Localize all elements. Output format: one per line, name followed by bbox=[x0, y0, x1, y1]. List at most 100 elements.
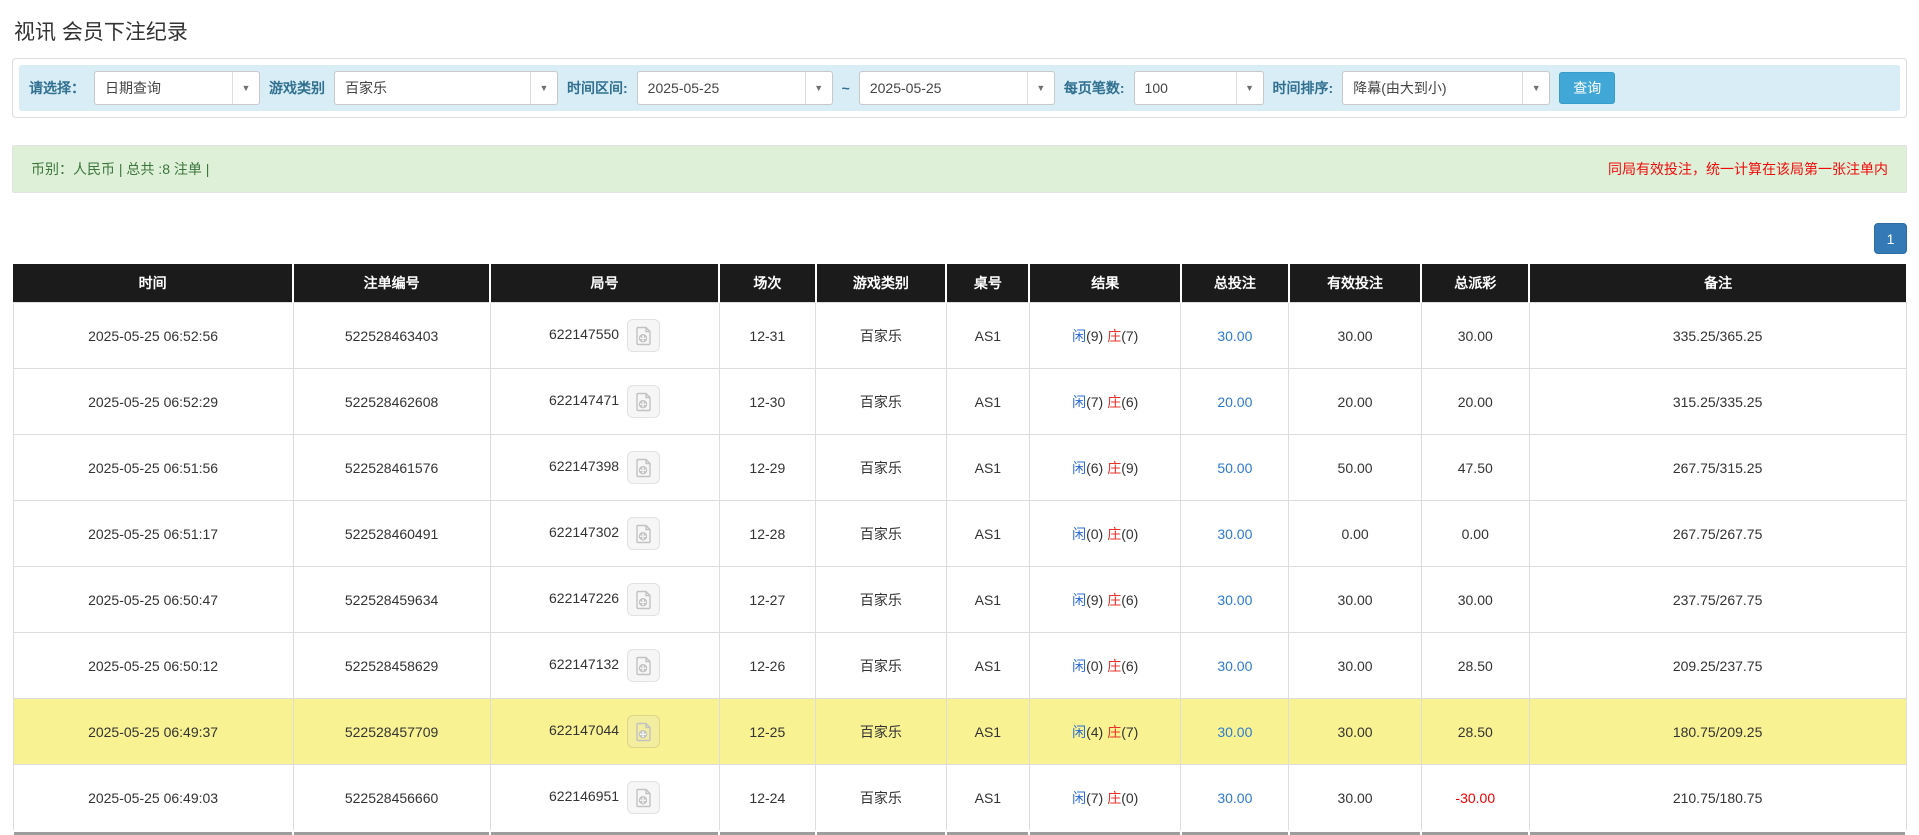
table-row: 2025-05-25 06:51:56 522528461576 6221473… bbox=[13, 435, 1906, 501]
total-bet-link[interactable]: 30.00 bbox=[1217, 328, 1252, 344]
chevron-down-icon: ▼ bbox=[805, 72, 832, 104]
column-header-time: 时间 bbox=[13, 264, 293, 303]
banker-result-score: (0) bbox=[1121, 526, 1138, 542]
column-header-payout: 总派彩 bbox=[1421, 264, 1529, 303]
banker-result-label: 庄 bbox=[1107, 394, 1121, 410]
cell-bet-id: 522528459634 bbox=[293, 567, 490, 633]
player-result-label: 闲 bbox=[1072, 658, 1086, 674]
player-result-score: (0) bbox=[1086, 658, 1103, 674]
date-from-select[interactable]: 2025-05-25 ▼ bbox=[637, 71, 833, 105]
cell-bet-id: 522528462608 bbox=[293, 369, 490, 435]
table-row: 2025-05-25 06:52:56 522528463403 6221475… bbox=[13, 303, 1906, 369]
query-type-value: 日期查询 bbox=[95, 78, 232, 98]
cell-total-bet: 30.00 bbox=[1181, 303, 1289, 369]
page-size-select[interactable]: 100 ▼ bbox=[1134, 71, 1264, 105]
video-replay-button[interactable] bbox=[627, 517, 660, 550]
cell-table-no: AS1 bbox=[946, 633, 1029, 699]
player-result-score: (7) bbox=[1086, 790, 1103, 806]
video-replay-button[interactable] bbox=[627, 451, 660, 484]
total-bet-link[interactable]: 30.00 bbox=[1217, 526, 1252, 542]
page-title: 视讯 会员下注纪录 bbox=[12, 0, 1907, 58]
cell-valid-bet: 0.00 bbox=[1289, 501, 1422, 567]
cell-session: 12-29 bbox=[719, 435, 816, 501]
cell-round-id: 622147471 bbox=[490, 369, 719, 435]
column-header-game-type: 游戏类别 bbox=[816, 264, 947, 303]
video-replay-button[interactable] bbox=[627, 715, 660, 748]
video-replay-button[interactable] bbox=[627, 583, 660, 616]
cell-payout: 20.00 bbox=[1421, 369, 1529, 435]
cell-game-type: 百家乐 bbox=[816, 633, 947, 699]
query-type-label: 请选择： bbox=[29, 78, 85, 98]
table-row: 2025-05-25 06:51:17 522528460491 6221473… bbox=[13, 501, 1906, 567]
time-range-label: 时间区间: bbox=[567, 78, 628, 98]
cell-round-id: 622146951 bbox=[490, 765, 719, 832]
round-id-text: 622147302 bbox=[549, 524, 619, 540]
time-sort-select[interactable]: 降幕(由大到小) ▼ bbox=[1342, 71, 1550, 105]
cell-time: 2025-05-25 06:50:12 bbox=[13, 633, 293, 699]
summary-valid-bet: 220.00 bbox=[1289, 831, 1422, 835]
round-id-text: 622147550 bbox=[549, 326, 619, 342]
total-bet-link[interactable]: 50.00 bbox=[1217, 460, 1252, 476]
video-replay-button[interactable] bbox=[627, 385, 660, 418]
cell-time: 2025-05-25 06:51:56 bbox=[13, 435, 293, 501]
video-replay-button[interactable] bbox=[627, 649, 660, 682]
cell-valid-bet: 30.00 bbox=[1289, 567, 1422, 633]
page-size-label: 每页笔数: bbox=[1064, 78, 1125, 98]
summary-empty-cell bbox=[946, 831, 1029, 835]
cell-table-no: AS1 bbox=[946, 435, 1029, 501]
cell-game-type: 百家乐 bbox=[816, 765, 947, 832]
video-replay-button[interactable] bbox=[627, 319, 660, 352]
game-type-select[interactable]: 百家乐 ▼ bbox=[334, 71, 558, 105]
cell-time: 2025-05-25 06:52:56 bbox=[13, 303, 293, 369]
cell-round-id: 622147550 bbox=[490, 303, 719, 369]
date-to-select[interactable]: 2025-05-25 ▼ bbox=[859, 71, 1055, 105]
chevron-down-icon: ▼ bbox=[1236, 72, 1263, 104]
summary-count: 8 bbox=[293, 831, 490, 835]
cell-round-id: 622147226 bbox=[490, 567, 719, 633]
total-bet-link[interactable]: 20.00 bbox=[1217, 394, 1252, 410]
video-replay-button[interactable] bbox=[627, 781, 660, 814]
pagination-top: 1 bbox=[12, 223, 1907, 254]
table-row: 2025-05-25 06:52:29 522528462608 6221474… bbox=[13, 369, 1906, 435]
cell-time: 2025-05-25 06:50:47 bbox=[13, 567, 293, 633]
cell-payout: 0.00 bbox=[1421, 501, 1529, 567]
table-row: 2025-05-25 06:49:37 522528457709 6221470… bbox=[13, 699, 1906, 765]
total-bet-link[interactable]: 30.00 bbox=[1217, 724, 1252, 740]
total-bet-link[interactable]: 30.00 bbox=[1217, 790, 1252, 806]
cell-bet-id: 522528460491 bbox=[293, 501, 490, 567]
cell-session: 12-27 bbox=[719, 567, 816, 633]
cell-total-bet: 20.00 bbox=[1181, 369, 1289, 435]
round-id-text: 622146951 bbox=[549, 788, 619, 804]
header-row: 时间 注单编号 局号 场次 游戏类别 桌号 结果 总投注 有效投注 总派彩 备注 bbox=[13, 264, 1906, 303]
cell-round-id: 622147302 bbox=[490, 501, 719, 567]
cell-valid-bet: 50.00 bbox=[1289, 435, 1422, 501]
search-button[interactable]: 查询 bbox=[1559, 72, 1615, 104]
banker-result-score: (6) bbox=[1121, 658, 1138, 674]
cell-bet-id: 522528463403 bbox=[293, 303, 490, 369]
cell-valid-bet: 30.00 bbox=[1289, 765, 1422, 832]
table-footer: 小计 8 250.00 220.00 154.50 总计 8 250.00 22… bbox=[13, 831, 1906, 835]
cell-note: 267.75/267.75 bbox=[1529, 501, 1906, 567]
time-sort-label: 时间排序: bbox=[1273, 78, 1334, 98]
total-bet-link[interactable]: 30.00 bbox=[1217, 592, 1252, 608]
cell-note: 237.75/267.75 bbox=[1529, 567, 1906, 633]
table-header: 时间 注单编号 局号 场次 游戏类别 桌号 结果 总投注 有效投注 总派彩 备注 bbox=[13, 264, 1906, 303]
summary-currency-count: 币别：人民币 | 总共 :8 注单 | bbox=[31, 159, 209, 179]
page-button-1[interactable]: 1 bbox=[1874, 223, 1907, 254]
player-result-label: 闲 bbox=[1072, 526, 1086, 542]
column-header-note: 备注 bbox=[1529, 264, 1906, 303]
cell-result: 闲(0)庄(6) bbox=[1029, 633, 1180, 699]
cell-time: 2025-05-25 06:52:29 bbox=[13, 369, 293, 435]
player-result-label: 闲 bbox=[1072, 394, 1086, 410]
player-result-label: 闲 bbox=[1072, 460, 1086, 476]
cell-total-bet: 30.00 bbox=[1181, 699, 1289, 765]
chevron-down-icon: ▼ bbox=[1522, 72, 1549, 104]
player-result-score: (9) bbox=[1086, 328, 1103, 344]
total-bet-link[interactable]: 30.00 bbox=[1217, 658, 1252, 674]
cell-payout: 30.00 bbox=[1421, 303, 1529, 369]
cell-valid-bet: 20.00 bbox=[1289, 369, 1422, 435]
query-type-select[interactable]: 日期查询 ▼ bbox=[94, 71, 260, 105]
cell-round-id: 622147132 bbox=[490, 633, 719, 699]
player-result-score: (9) bbox=[1086, 592, 1103, 608]
cell-bet-id: 522528457709 bbox=[293, 699, 490, 765]
